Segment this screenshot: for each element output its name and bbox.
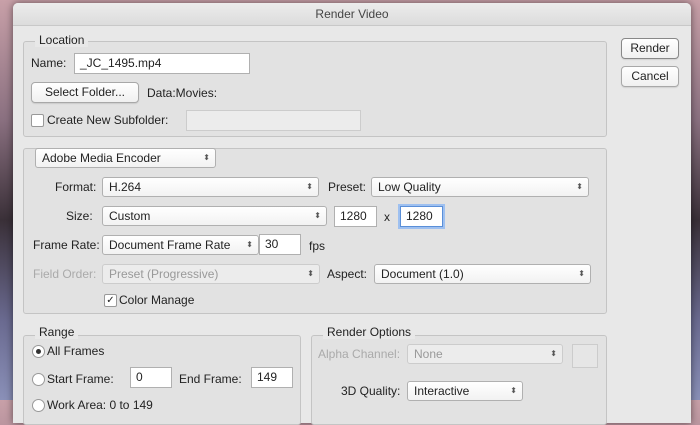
range-legend: Range xyxy=(35,325,79,339)
create-subfolder-label: Create New Subfolder: xyxy=(47,113,169,127)
dialog-title: Render Video xyxy=(13,3,691,26)
preset-label: Preset: xyxy=(328,180,367,194)
folder-path: Data:Movies: xyxy=(147,86,218,100)
field-order-value: Preset (Progressive) xyxy=(109,267,219,281)
alpha-channel-select[interactable]: None ⬍ xyxy=(407,344,563,364)
select-arrow-icon: ⬍ xyxy=(306,182,313,191)
height-input[interactable]: 1280 xyxy=(400,206,443,227)
all-frames-label: All Frames xyxy=(47,344,105,358)
color-manage-checkbox[interactable]: ✓ xyxy=(104,294,117,307)
color-manage-label: Color Manage xyxy=(119,293,195,307)
select-arrow-icon: ⬍ xyxy=(307,269,314,278)
format-select[interactable]: H.264 ⬍ xyxy=(102,177,319,197)
work-area-radio[interactable] xyxy=(32,399,45,412)
end-frame-label: End Frame: xyxy=(179,372,242,386)
frame-rate-label: Frame Rate: xyxy=(33,238,100,252)
end-frame-input[interactable]: 149 xyxy=(251,367,293,388)
select-arrow-icon: ⬍ xyxy=(314,211,321,220)
select-arrow-icon: ⬍ xyxy=(576,182,583,191)
size-separator: x xyxy=(384,210,390,224)
render-options-legend: Render Options xyxy=(323,325,416,339)
format-label: Format: xyxy=(55,180,97,194)
encoder-select[interactable]: Adobe Media Encoder ⬍ xyxy=(35,148,216,168)
fps-input[interactable]: 30 xyxy=(259,234,301,255)
select-arrow-icon: ⬍ xyxy=(550,349,557,358)
3d-quality-label: 3D Quality: xyxy=(341,384,401,398)
format-value: H.264 xyxy=(109,180,142,194)
3d-quality-select[interactable]: Interactive ⬍ xyxy=(407,381,523,401)
3d-quality-value: Interactive xyxy=(414,384,470,398)
aspect-label: Aspect: xyxy=(327,267,368,281)
select-arrow-icon: ⬍ xyxy=(246,240,253,249)
render-video-dialog: Render Video Render Cancel Location Name… xyxy=(13,3,691,425)
size-select[interactable]: Custom ⬍ xyxy=(102,206,327,226)
encoder-value: Adobe Media Encoder xyxy=(42,151,161,165)
name-label: Name: xyxy=(31,56,67,70)
field-order-select[interactable]: Preset (Progressive) ⬍ xyxy=(102,264,320,284)
select-folder-button[interactable]: Select Folder... xyxy=(31,82,139,103)
alpha-channel-value: None xyxy=(414,347,443,361)
select-arrow-icon: ⬍ xyxy=(510,386,517,395)
preset-select[interactable]: Low Quality ⬍ xyxy=(371,177,589,197)
aspect-select[interactable]: Document (1.0) ⬍ xyxy=(374,264,591,284)
alpha-color-swatch[interactable] xyxy=(572,344,598,368)
width-input[interactable]: 1280 xyxy=(334,206,377,227)
start-frame-radio[interactable] xyxy=(32,373,45,386)
render-button[interactable]: Render xyxy=(621,38,679,59)
frame-rate-value: Document Frame Rate xyxy=(109,238,231,252)
subfolder-input[interactable] xyxy=(186,110,361,131)
all-frames-radio[interactable] xyxy=(32,345,45,358)
fps-label: fps xyxy=(309,239,326,253)
size-label: Size: xyxy=(66,209,93,223)
start-frame-label: Start Frame: xyxy=(47,372,114,386)
field-order-label: Field Order: xyxy=(33,267,97,281)
aspect-value: Document (1.0) xyxy=(381,267,464,281)
preset-value: Low Quality xyxy=(378,180,441,194)
start-frame-input[interactable]: 0 xyxy=(130,367,172,388)
location-legend: Location xyxy=(35,33,89,47)
frame-rate-select[interactable]: Document Frame Rate ⬍ xyxy=(102,235,259,255)
encoder-group xyxy=(23,148,607,314)
work-area-label: Work Area: 0 to 149 xyxy=(47,398,153,412)
cancel-button[interactable]: Cancel xyxy=(621,66,679,87)
alpha-channel-label: Alpha Channel: xyxy=(318,347,401,361)
select-arrow-icon: ⬍ xyxy=(203,153,210,162)
select-arrow-icon: ⬍ xyxy=(578,269,585,278)
name-input[interactable]: _JC_1495.mp4 xyxy=(74,53,250,74)
create-subfolder-checkbox[interactable] xyxy=(31,114,44,127)
size-value: Custom xyxy=(109,209,151,223)
